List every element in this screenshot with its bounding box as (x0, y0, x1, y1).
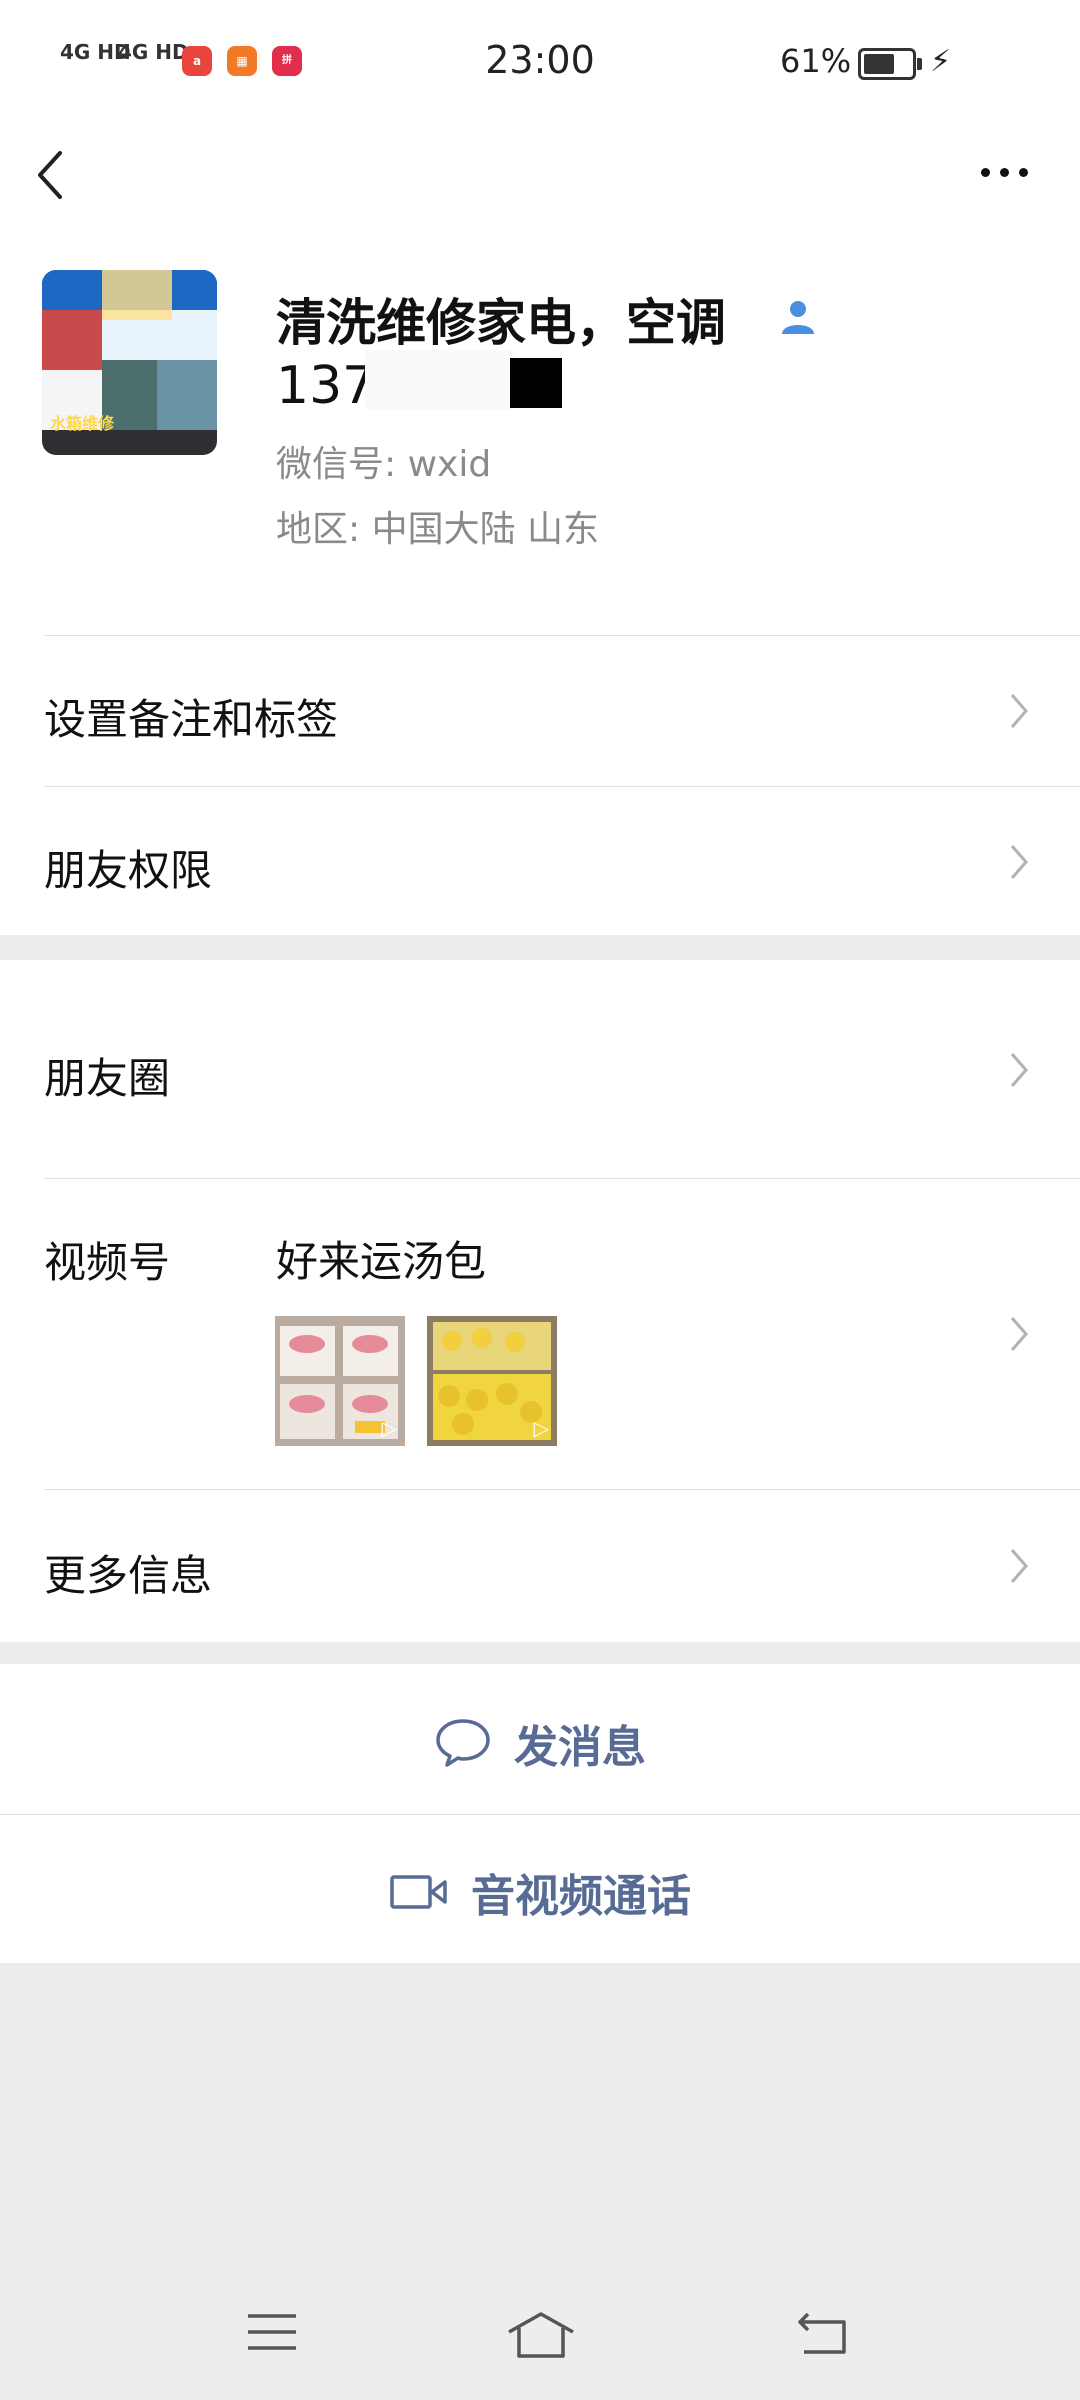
region: 地区: 中国大陆 山东 (276, 509, 600, 550)
row-more-info[interactable]: 更多信息 (0, 1490, 1080, 1642)
battery-percent: 61% (780, 42, 852, 80)
menu-icon[interactable] (244, 2310, 300, 2354)
back-arrow-icon[interactable] (32, 145, 72, 205)
battery-icon (858, 48, 922, 80)
row-label: 更多信息 (44, 1551, 213, 1600)
channel-thumbnail[interactable]: ▷ (275, 1316, 405, 1446)
system-nav-bar (0, 2290, 1080, 2370)
play-icon: ▷ (381, 1416, 397, 1440)
redaction-block (510, 358, 562, 408)
phone-number: 137 (276, 356, 376, 416)
send-message-label: 发消息 (514, 1722, 646, 1773)
chevron-right-icon (1010, 694, 1028, 728)
chevron-right-icon (1010, 845, 1028, 879)
av-call-label: 音视频通话 (471, 1871, 691, 1922)
row-label: 朋友权限 (44, 846, 213, 895)
av-call-button[interactable]: 音视频通话 (0, 1815, 1080, 1963)
charging-icon: ⚡ (930, 44, 952, 79)
play-icon: ▷ (533, 1416, 549, 1440)
row-label: 视频号 (44, 1238, 171, 1287)
chevron-right-icon (1010, 1053, 1028, 1087)
video-camera-icon (390, 1875, 447, 1909)
wechat-id: 微信号: wxid (276, 444, 492, 485)
avatar-text: 水箱维修 (50, 414, 115, 433)
back-nav-icon[interactable] (796, 2310, 852, 2356)
row-label: 朋友圈 (44, 1054, 171, 1103)
chevron-right-icon (1010, 1549, 1028, 1583)
contact-name: 清洗维修家电，空调 (276, 294, 726, 352)
avatar[interactable]: 水箱维修 (42, 270, 217, 455)
row-moments[interactable]: 朋友圈 (0, 960, 1080, 1178)
chat-bubble-icon (436, 1719, 490, 1767)
row-label: 设置备注和标签 (44, 695, 339, 744)
channel-name: 好来运汤包 (276, 1237, 487, 1286)
row-remark-tags[interactable]: 设置备注和标签 (0, 636, 1080, 786)
chevron-right-icon (1010, 1317, 1028, 1351)
send-message-button[interactable]: 发消息 (0, 1664, 1080, 1814)
redaction-blur (365, 350, 515, 410)
home-icon[interactable] (505, 2310, 577, 2360)
status-bar: 4G HD 4G HD a ▦ 拼 23:00 61% ⚡ (0, 0, 1080, 120)
more-dots-icon[interactable] (975, 150, 1035, 190)
row-friend-permissions[interactable]: 朋友权限 (0, 787, 1080, 935)
person-badge-icon (778, 296, 818, 336)
channel-thumbnail[interactable]: ▷ (427, 1316, 557, 1446)
